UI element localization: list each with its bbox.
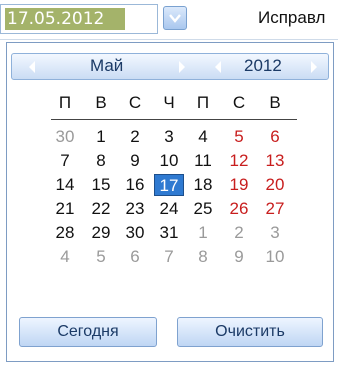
- calendar-day[interactable]: 24: [154, 198, 184, 220]
- calendar-day[interactable]: 30: [120, 222, 150, 244]
- today-button[interactable]: Сегодня: [19, 317, 157, 347]
- calendar-day[interactable]: 18: [188, 174, 218, 196]
- prev-year-button[interactable]: [208, 57, 228, 77]
- calendar-popup: Май 2012 ПВСЧПСВ 30 1 2 3 4 5 6 7 8 9 10 11 12 13 14 15…: [6, 42, 334, 362]
- chevron-down-icon: [169, 14, 181, 23]
- calendar-day[interactable]: 17: [154, 174, 184, 196]
- arrow-left-icon: [29, 61, 35, 73]
- calendar-day[interactable]: 25: [188, 198, 218, 220]
- background-divider: [0, 39, 338, 40]
- calendar-day[interactable]: 23: [120, 198, 150, 220]
- arrow-right-icon: [311, 61, 317, 73]
- weekday-label: П: [58, 93, 72, 112]
- weekday-divider: [51, 119, 297, 120]
- calendar-day[interactable]: 7: [50, 150, 80, 172]
- calendar-day[interactable]: 28: [50, 222, 80, 244]
- calendar-day[interactable]: 9: [120, 150, 150, 172]
- arrow-left-icon: [215, 61, 221, 73]
- calendar-day[interactable]: 29: [86, 222, 116, 244]
- calendar-day[interactable]: 26: [224, 198, 254, 220]
- weekday-label: П: [196, 93, 210, 112]
- calendar-day[interactable]: 31: [154, 222, 184, 244]
- weekday-label: С: [128, 93, 142, 112]
- weekday-label: Ч: [163, 93, 175, 112]
- calendar-day[interactable]: 16: [120, 174, 150, 196]
- calendar-dropdown-button[interactable]: [163, 6, 187, 30]
- calendar-day[interactable]: 22: [86, 198, 116, 220]
- calendar-day-other-month[interactable]: 6: [120, 246, 150, 268]
- calendar-header: Май 2012: [11, 53, 329, 80]
- prev-month-button[interactable]: [22, 57, 42, 77]
- calendar-day[interactable]: 14: [50, 174, 80, 196]
- calendar-day[interactable]: 11: [188, 150, 218, 172]
- year-label[interactable]: 2012: [244, 56, 282, 76]
- calendar-day[interactable]: 15: [86, 174, 116, 196]
- calendar-day[interactable]: 1: [86, 126, 116, 148]
- calendar-day[interactable]: 20: [260, 174, 290, 196]
- calendar-day[interactable]: 19: [224, 174, 254, 196]
- calendar-day-other-month[interactable]: 10: [260, 246, 290, 268]
- calendar-day-other-month[interactable]: 1: [188, 222, 218, 244]
- arrow-right-icon: [179, 61, 185, 73]
- weekday-label: В: [95, 93, 107, 112]
- calendar-day-other-month[interactable]: 8: [188, 246, 218, 268]
- next-year-button[interactable]: [304, 57, 324, 77]
- calendar-day-other-month[interactable]: 5: [86, 246, 116, 268]
- calendar-day[interactable]: 13: [260, 150, 290, 172]
- datepicker-screen: 17.05.2012 Исправл Май 2012 П В С Ч П С …: [0, 0, 338, 365]
- calendar-day[interactable]: 3: [154, 126, 184, 148]
- date-input[interactable]: 17.05.2012: [0, 4, 158, 34]
- clear-button[interactable]: Очистить: [177, 317, 323, 347]
- background-column-label: Исправл: [258, 8, 326, 27]
- calendar-day-other-month[interactable]: 9: [224, 246, 254, 268]
- month-label[interactable]: Май: [90, 56, 123, 76]
- calendar-day-other-month[interactable]: 4: [50, 246, 80, 268]
- calendar-day-other-month[interactable]: 3: [260, 222, 290, 244]
- date-input-value: 17.05.2012: [5, 8, 125, 30]
- calendar-day-other-month[interactable]: 30: [50, 126, 80, 148]
- calendar-day[interactable]: 10: [154, 150, 184, 172]
- weekday-label: В: [269, 93, 281, 112]
- calendar-day[interactable]: 8: [86, 150, 116, 172]
- weekday-label: С: [232, 93, 246, 112]
- calendar-day[interactable]: 2: [120, 126, 150, 148]
- calendar-day[interactable]: 5: [224, 126, 254, 148]
- calendar-day[interactable]: 12: [224, 150, 254, 172]
- calendar-day-other-month[interactable]: 2: [224, 222, 254, 244]
- calendar-day[interactable]: 6: [260, 126, 290, 148]
- calendar-day[interactable]: 4: [188, 126, 218, 148]
- calendar-day[interactable]: 21: [50, 198, 80, 220]
- calendar-day-other-month[interactable]: 7: [154, 246, 184, 268]
- calendar-day[interactable]: 27: [260, 198, 290, 220]
- next-month-button[interactable]: [172, 57, 192, 77]
